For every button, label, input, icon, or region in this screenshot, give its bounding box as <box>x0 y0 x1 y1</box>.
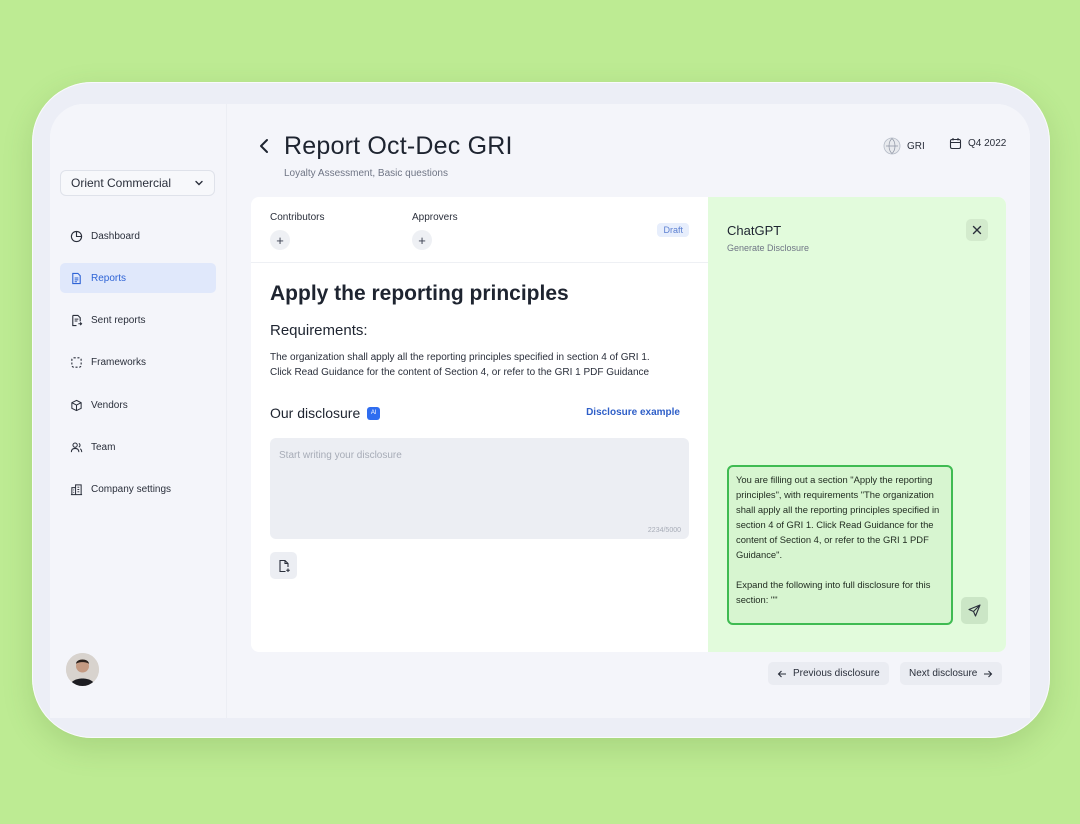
chatgpt-title: ChatGPT <box>727 223 782 238</box>
send-button[interactable] <box>961 597 988 624</box>
organization-select[interactable]: Orient Commercial <box>60 170 215 196</box>
next-disclosure-button[interactable]: Next disclosure <box>900 662 1003 685</box>
pie-chart-icon <box>70 230 83 242</box>
framework-label: GRI <box>907 140 925 152</box>
arrow-right-icon <box>984 670 993 677</box>
chatgpt-prompt-input[interactable]: You are filling out a section "Apply the… <box>727 465 953 625</box>
sidebar-item-sent-reports[interactable]: Sent reports <box>60 306 216 336</box>
send-icon <box>968 604 981 617</box>
dashed-square-icon <box>71 357 82 369</box>
requirements-title: Requirements: <box>270 322 368 339</box>
document-icon <box>72 272 81 284</box>
file-add-icon <box>278 559 290 572</box>
prompt-paragraph: Expand the following into full disclosur… <box>736 579 931 605</box>
back-arrow-icon[interactable] <box>257 138 271 154</box>
character-counter: 2234/5000 <box>647 527 681 534</box>
sidebar-nav: Dashboard Reports Sent reports Framework… <box>60 221 216 517</box>
sent-document-icon <box>72 314 83 327</box>
disclosure-example-link[interactable]: Disclosure example <box>586 407 680 418</box>
prompt-paragraph: You are filling out a section "Apply the… <box>736 474 940 560</box>
sidebar-item-team[interactable]: Team <box>60 432 216 462</box>
chevron-down-icon <box>195 180 203 186</box>
user-avatar-icon <box>66 653 99 686</box>
requirements-line: Click Read Guidance for the content of S… <box>270 367 650 378</box>
disclosure-editor: Contributors + Approvers + Draft Apply t… <box>251 197 708 652</box>
previous-disclosure-button[interactable]: Previous disclosure <box>768 662 889 685</box>
disclosure-heading: Our disclosure AI <box>270 405 381 421</box>
sidebar-item-company-settings[interactable]: Company settings <box>60 475 216 505</box>
previous-disclosure-label: Previous disclosure <box>793 668 880 679</box>
close-button[interactable] <box>966 219 988 241</box>
sidebar-item-label: Vendors <box>91 399 128 411</box>
app-screen: Orient Commercial Dashboard Reports Sent… <box>50 104 1030 718</box>
chatgpt-panel: ChatGPT Generate Disclosure You are fill… <box>708 197 1006 652</box>
report-card: Contributors + Approvers + Draft Apply t… <box>251 197 1006 652</box>
close-icon <box>972 225 982 235</box>
page-title: Report Oct-Dec GRI <box>284 132 513 160</box>
main-content: Report Oct-Dec GRI Loyalty Assessment, B… <box>227 104 1030 718</box>
sidebar: Orient Commercial Dashboard Reports Sent… <box>50 104 227 718</box>
status-badge: Draft <box>657 223 689 237</box>
sidebar-item-label: Team <box>91 441 116 453</box>
building-icon <box>70 484 83 496</box>
ai-assist-icon[interactable]: AI <box>367 406 381 420</box>
users-icon <box>70 442 83 453</box>
organization-name: Orient Commercial <box>71 176 172 190</box>
disclosure-title: Our disclosure <box>270 405 361 421</box>
arrow-left-icon <box>777 670 786 677</box>
requirements-text: The organization shall apply all the rep… <box>270 350 690 380</box>
sidebar-item-label: Reports <box>91 272 127 284</box>
period-label: Q4 2022 <box>968 138 1007 149</box>
gri-logo-icon <box>883 137 901 155</box>
add-approver-button[interactable]: + <box>412 230 432 250</box>
page-subtitle: Loyalty Assessment, Basic questions <box>284 168 448 179</box>
section-title: Apply the reporting principles <box>270 282 569 305</box>
attach-file-button[interactable] <box>270 552 297 579</box>
chatgpt-subtitle: Generate Disclosure <box>727 243 810 253</box>
add-contributor-button[interactable]: + <box>270 230 290 250</box>
sidebar-item-label: Sent reports <box>91 315 146 327</box>
period-badge: Q4 2022 <box>949 137 1006 150</box>
framework-badge: GRI <box>883 137 925 155</box>
contributors-label: Contributors <box>270 212 325 223</box>
sidebar-item-reports[interactable]: Reports <box>60 263 216 294</box>
calendar-icon <box>949 138 962 150</box>
sidebar-item-vendors[interactable]: Vendors <box>60 390 216 420</box>
sidebar-item-dashboard[interactable]: Dashboard <box>60 221 216 251</box>
sidebar-item-label: Dashboard <box>91 230 140 242</box>
next-disclosure-label: Next disclosure <box>909 668 978 679</box>
sidebar-item-label: Company settings <box>91 484 172 496</box>
sidebar-item-frameworks[interactable]: Frameworks <box>60 348 216 378</box>
avatar[interactable] <box>66 653 99 686</box>
box-icon <box>71 399 82 411</box>
report-meta: Contributors + Approvers + Draft <box>251 197 708 263</box>
sidebar-item-label: Frameworks <box>91 357 147 369</box>
approvers-label: Approvers <box>412 212 458 223</box>
requirements-line: The organization shall apply all the rep… <box>270 352 650 363</box>
disclosure-placeholder: Start writing your disclosure <box>279 450 402 461</box>
disclosure-textarea[interactable]: Start writing your disclosure 2234/5000 <box>270 438 689 539</box>
